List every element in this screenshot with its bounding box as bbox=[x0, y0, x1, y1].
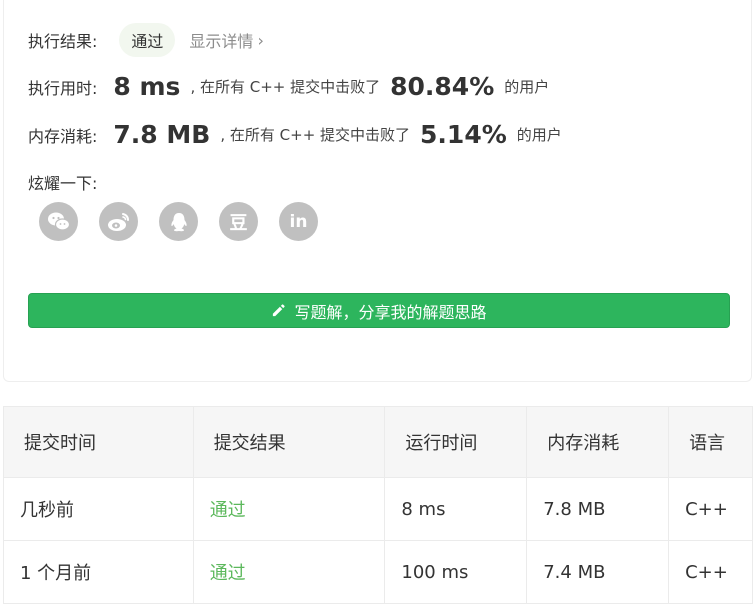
runtime-beat-text: , 在所有 C++ 提交中击败了 bbox=[190, 78, 381, 96]
show-details-text: 显示详情 bbox=[189, 32, 254, 51]
memory-row: 内存消耗: 7.8 MB , 在所有 C++ 提交中击败了 5.14% 的用户 bbox=[28, 120, 562, 149]
wechat-icon[interactable] bbox=[39, 202, 78, 241]
cell-memory: 7.4 MB bbox=[526, 540, 670, 604]
cell-language: C++ bbox=[668, 477, 753, 541]
result-row: 执行结果: 通过 显示详情 › bbox=[28, 23, 264, 57]
qq-icon[interactable] bbox=[159, 202, 198, 241]
runtime-row: 执行用时: 8 ms , 在所有 C++ 提交中击败了 80.84% 的用户 bbox=[28, 72, 549, 101]
show-details-link[interactable]: 显示详情 › bbox=[189, 28, 263, 52]
table-row: 1 个月前 通过 100 ms 7.4 MB C++ bbox=[3, 540, 753, 604]
write-solution-label: 写题解，分享我的解题思路 bbox=[294, 302, 487, 322]
chevron-right-icon: › bbox=[257, 30, 264, 50]
cell-time: 几秒前 bbox=[3, 477, 194, 541]
douban-icon[interactable]: 豆 bbox=[219, 202, 258, 241]
memory-beat-text: , 在所有 C++ 提交中击败了 bbox=[220, 126, 411, 144]
cell-result-link[interactable]: 通过 bbox=[192, 540, 386, 604]
header-language[interactable]: 语言 bbox=[668, 406, 753, 478]
share-label: 炫耀一下: bbox=[28, 174, 98, 193]
runtime-label: 执行用时: bbox=[28, 78, 98, 98]
share-row: 炫耀一下: bbox=[28, 170, 97, 194]
douban-glyph: 豆 bbox=[229, 212, 248, 234]
submissions-table: 提交时间 提交结果 运行时间 内存消耗 语言 几秒前 通过 8 ms 7.8 M… bbox=[3, 406, 753, 604]
share-icons: 豆 in bbox=[39, 202, 318, 241]
status-badge: 通过 bbox=[119, 23, 176, 57]
runtime-suffix: 的用户 bbox=[504, 78, 550, 96]
header-memory[interactable]: 内存消耗 bbox=[526, 406, 670, 478]
write-solution-button[interactable]: 写题解，分享我的解题思路 bbox=[28, 293, 730, 328]
memory-percent: 5.14% bbox=[420, 120, 507, 149]
pencil-icon bbox=[271, 303, 286, 318]
cell-time: 1 个月前 bbox=[3, 540, 194, 604]
header-submit-result[interactable]: 提交结果 bbox=[192, 406, 386, 478]
weibo-icon[interactable] bbox=[99, 202, 138, 241]
cell-runtime: 8 ms bbox=[384, 477, 528, 541]
cell-language: C++ bbox=[668, 540, 753, 604]
memory-value: 7.8 MB bbox=[113, 120, 211, 149]
header-runtime[interactable]: 运行时间 bbox=[384, 406, 528, 478]
memory-label: 内存消耗: bbox=[28, 126, 98, 146]
cell-memory: 7.8 MB bbox=[526, 477, 670, 541]
table-header-row: 提交时间 提交结果 运行时间 内存消耗 语言 bbox=[3, 406, 753, 478]
cell-result-link[interactable]: 通过 bbox=[192, 477, 386, 541]
result-card: 执行结果: 通过 显示详情 › 执行用时: 8 ms , 在所有 C++ 提交中… bbox=[3, 0, 752, 382]
memory-suffix: 的用户 bbox=[516, 126, 562, 144]
linkedin-icon[interactable]: in bbox=[279, 202, 318, 241]
result-label: 执行结果: bbox=[28, 32, 98, 51]
header-submit-time[interactable]: 提交时间 bbox=[3, 406, 194, 478]
runtime-percent: 80.84% bbox=[390, 72, 495, 101]
linkedin-glyph: in bbox=[289, 211, 308, 232]
cell-runtime: 100 ms bbox=[384, 540, 528, 604]
table-row: 几秒前 通过 8 ms 7.8 MB C++ bbox=[3, 477, 753, 541]
runtime-value: 8 ms bbox=[113, 72, 181, 101]
